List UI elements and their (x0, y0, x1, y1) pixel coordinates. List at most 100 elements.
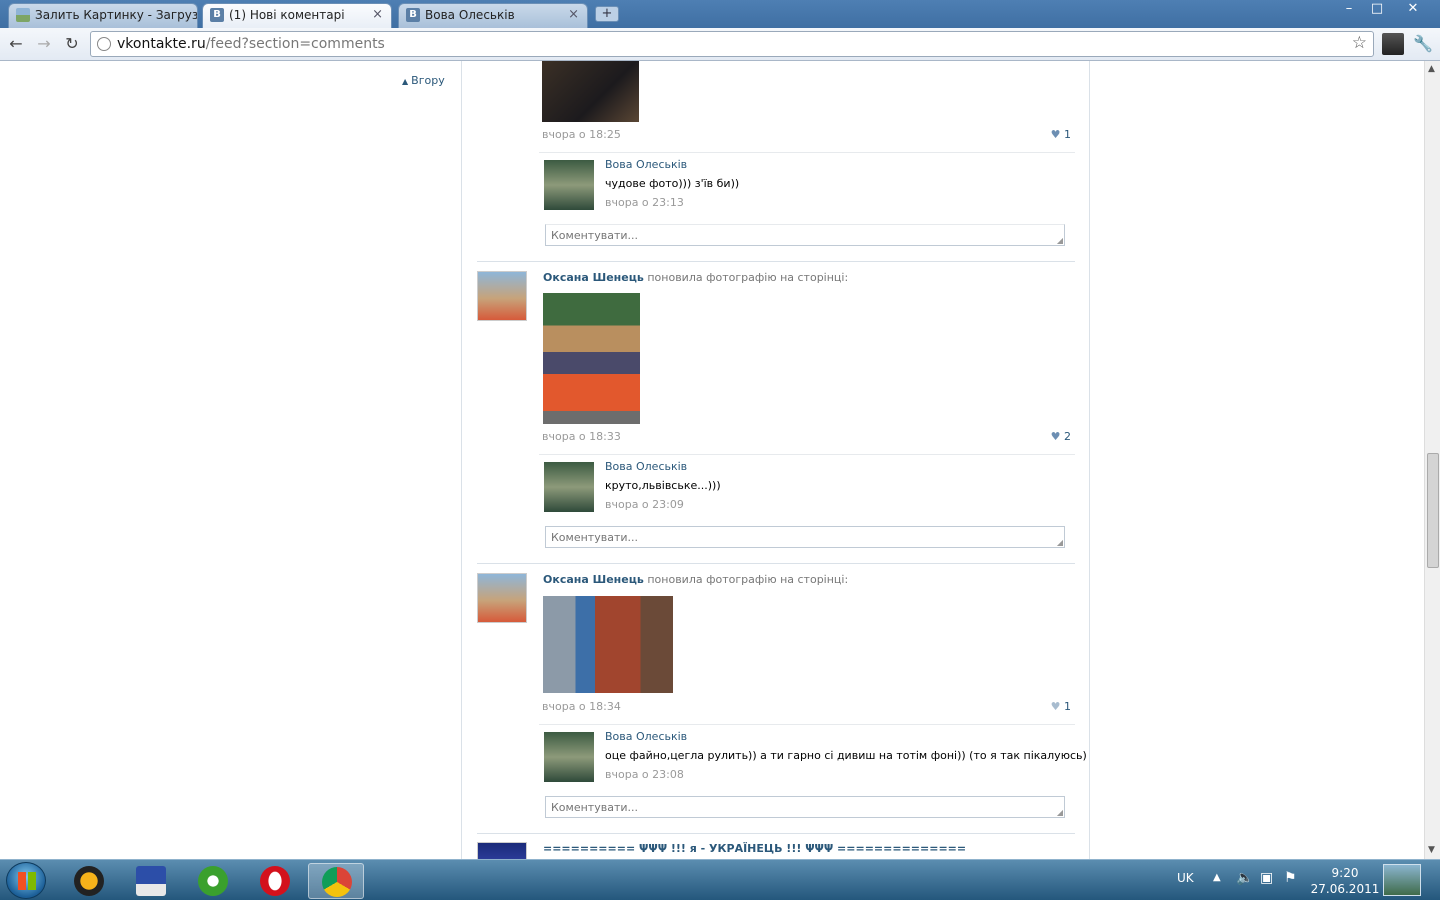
up-link-label: Вгору (411, 74, 445, 87)
avatar[interactable] (477, 271, 527, 321)
resize-grip-icon[interactable]: ◢ (1057, 538, 1063, 547)
resize-grip-icon[interactable]: ◢ (1057, 236, 1063, 245)
back-arrow-icon[interactable]: ← (4, 33, 28, 55)
show-desktop-button[interactable] (1383, 864, 1421, 896)
clock-time: 9:20 (1331, 866, 1359, 880)
tab-vova-oleskiv[interactable]: B Вова Олеськів × (398, 3, 588, 28)
taskbar-chrome[interactable] (308, 863, 364, 899)
scroll-down-arrow-icon[interactable]: ▼ (1428, 845, 1435, 855)
comment-input-box[interactable]: ◢ (545, 224, 1065, 246)
heart-icon: ♥ (1050, 700, 1061, 713)
reply-date: вчора о 23:08 (605, 768, 684, 781)
comment-input[interactable] (546, 797, 1064, 817)
page-viewport: ▲ Вгору вчора о 18:25 ♥ 1 Вова Олеськів ч… (0, 61, 1424, 859)
resize-grip-icon[interactable]: ◢ (1057, 808, 1063, 817)
windows-logo-icon (18, 872, 36, 890)
clock-date: 27.06.2011 (1310, 882, 1380, 896)
maximize-button[interactable]: □ (1362, 0, 1392, 20)
show-hidden-icons-icon[interactable]: ▲ (1213, 872, 1221, 900)
comment-input[interactable] (546, 225, 1064, 245)
tab-label: Вова Олеськів (425, 8, 515, 22)
like-button[interactable]: ♥ 1 (1051, 700, 1071, 713)
avatar[interactable] (544, 160, 594, 210)
forward-arrow-icon[interactable]: → (32, 33, 56, 55)
reply-date: вчора о 23:09 (605, 498, 684, 511)
utorrent-icon (198, 866, 228, 896)
comment-input-box[interactable]: ◢ (545, 796, 1065, 818)
close-window-button[interactable]: ✕ (1398, 0, 1428, 20)
scroll-up-arrow-icon[interactable]: ▲ (1428, 64, 1435, 74)
tab-zalit-kartinku[interactable]: Залить Картинку - Загрузи (8, 3, 198, 28)
taskbar-opera[interactable] (247, 863, 303, 899)
avatar[interactable] (477, 842, 527, 859)
tab-label: Залить Картинку - Загрузи (35, 8, 198, 22)
avatar[interactable] (477, 573, 527, 623)
like-count: 1 (1064, 128, 1071, 141)
post-title-link[interactable]: ========== ΨΨΨ !!! я - УКРАЇНЕЦЬ !!! ΨΨΨ… (543, 842, 966, 855)
post-action: поновила фотографію на сторінці: (647, 271, 849, 284)
reply-text: оце файно,цегла рулить)) а ти гарно сі д… (605, 749, 1087, 762)
avatar[interactable] (544, 732, 594, 782)
feed-column: вчора о 18:25 ♥ 1 Вова Олеськів чудове ф… (461, 61, 1090, 859)
minimize-button[interactable]: – (1334, 0, 1364, 20)
extension-icon[interactable] (1382, 33, 1404, 55)
heart-icon: ♥ (1050, 128, 1061, 141)
network-icon[interactable]: ▣ (1260, 870, 1273, 900)
chrome-icon (322, 867, 352, 897)
tab-new-comments[interactable]: B (1) Нові коментарі × (202, 3, 392, 29)
replies-block: Вова Олеськів круто,львівське...))) вчор… (539, 454, 1075, 564)
post-divider (477, 261, 1075, 262)
reply-author-link[interactable]: Вова Олеськів (605, 158, 687, 171)
aimp-icon (74, 866, 104, 896)
up-triangle-icon: ▲ (402, 77, 409, 86)
taskbar-save-app[interactable] (123, 863, 179, 899)
action-center-flag-icon[interactable]: ⚑ (1284, 870, 1297, 900)
post-photo[interactable] (542, 61, 639, 122)
post-date: вчора о 18:33 (542, 430, 621, 443)
post-meta: вчора о 18:25 ♥ 1 (542, 128, 1073, 142)
scroll-to-top-link[interactable]: ▲ Вгору (402, 74, 445, 87)
reply-author-link[interactable]: Вова Олеськів (605, 730, 687, 743)
reload-icon[interactable]: ↻ (60, 33, 84, 55)
volume-icon[interactable]: 🔈 (1236, 870, 1253, 900)
new-tab-button[interactable]: + (595, 6, 619, 22)
image-favicon-icon (16, 8, 30, 22)
close-tab-icon[interactable]: × (372, 4, 383, 26)
like-button[interactable]: ♥ 1 (1051, 128, 1071, 141)
replies-block: Вова Олеськів оце файно,цегла рулить)) а… (539, 724, 1087, 834)
page-info-icon[interactable] (97, 37, 111, 51)
post-divider (477, 833, 1075, 834)
post-photo[interactable] (543, 293, 640, 424)
address-bar[interactable]: vkontakte.ru/feed?section=comments ☆ (90, 31, 1374, 57)
floppy-disk-icon (136, 866, 166, 896)
reply-author-link[interactable]: Вова Олеськів (605, 460, 687, 473)
vertical-scrollbar[interactable]: ▲ ▼ (1424, 61, 1440, 859)
vk-favicon-icon: B (406, 8, 420, 22)
reply-text: чудове фото))) з'їв би)) (605, 177, 740, 190)
start-button[interactable] (6, 862, 46, 899)
reply-date: вчора о 23:13 (605, 196, 684, 209)
post-author-link[interactable]: Оксана Шенець (543, 573, 644, 586)
browser-toolbar: ← → ↻ vkontakte.ru/feed?section=comments… (0, 28, 1440, 61)
post-author-link[interactable]: Оксана Шенець (543, 271, 644, 284)
language-indicator[interactable]: UK (1177, 871, 1194, 900)
like-count: 1 (1064, 700, 1071, 713)
tab-strip: Залить Картинку - Загрузи B (1) Нові ком… (0, 0, 1440, 29)
comment-input[interactable] (546, 527, 1064, 547)
system-clock[interactable]: 9:20 27.06.2011 (1310, 865, 1380, 897)
bookmark-star-icon[interactable]: ☆ (1352, 33, 1367, 53)
like-count: 2 (1064, 430, 1071, 443)
tab-label: (1) Нові коментарі (229, 8, 345, 22)
comment-input-box[interactable]: ◢ (545, 526, 1065, 548)
post-action: поновила фотографію на сторінці: (647, 573, 849, 586)
opera-icon (260, 866, 290, 896)
avatar[interactable] (544, 462, 594, 512)
like-button[interactable]: ♥ 2 (1051, 430, 1071, 443)
scrollbar-thumb[interactable] (1427, 453, 1439, 568)
windows-taskbar: UK ▲ 🔈 ▣ ⚑ 9:20 27.06.2011 (0, 859, 1440, 900)
taskbar-utorrent[interactable] (185, 863, 241, 899)
wrench-menu-icon[interactable]: 🔧 (1412, 33, 1434, 55)
close-tab-icon[interactable]: × (568, 4, 579, 26)
post-photo[interactable] (543, 596, 673, 693)
taskbar-aimp[interactable] (61, 863, 117, 899)
